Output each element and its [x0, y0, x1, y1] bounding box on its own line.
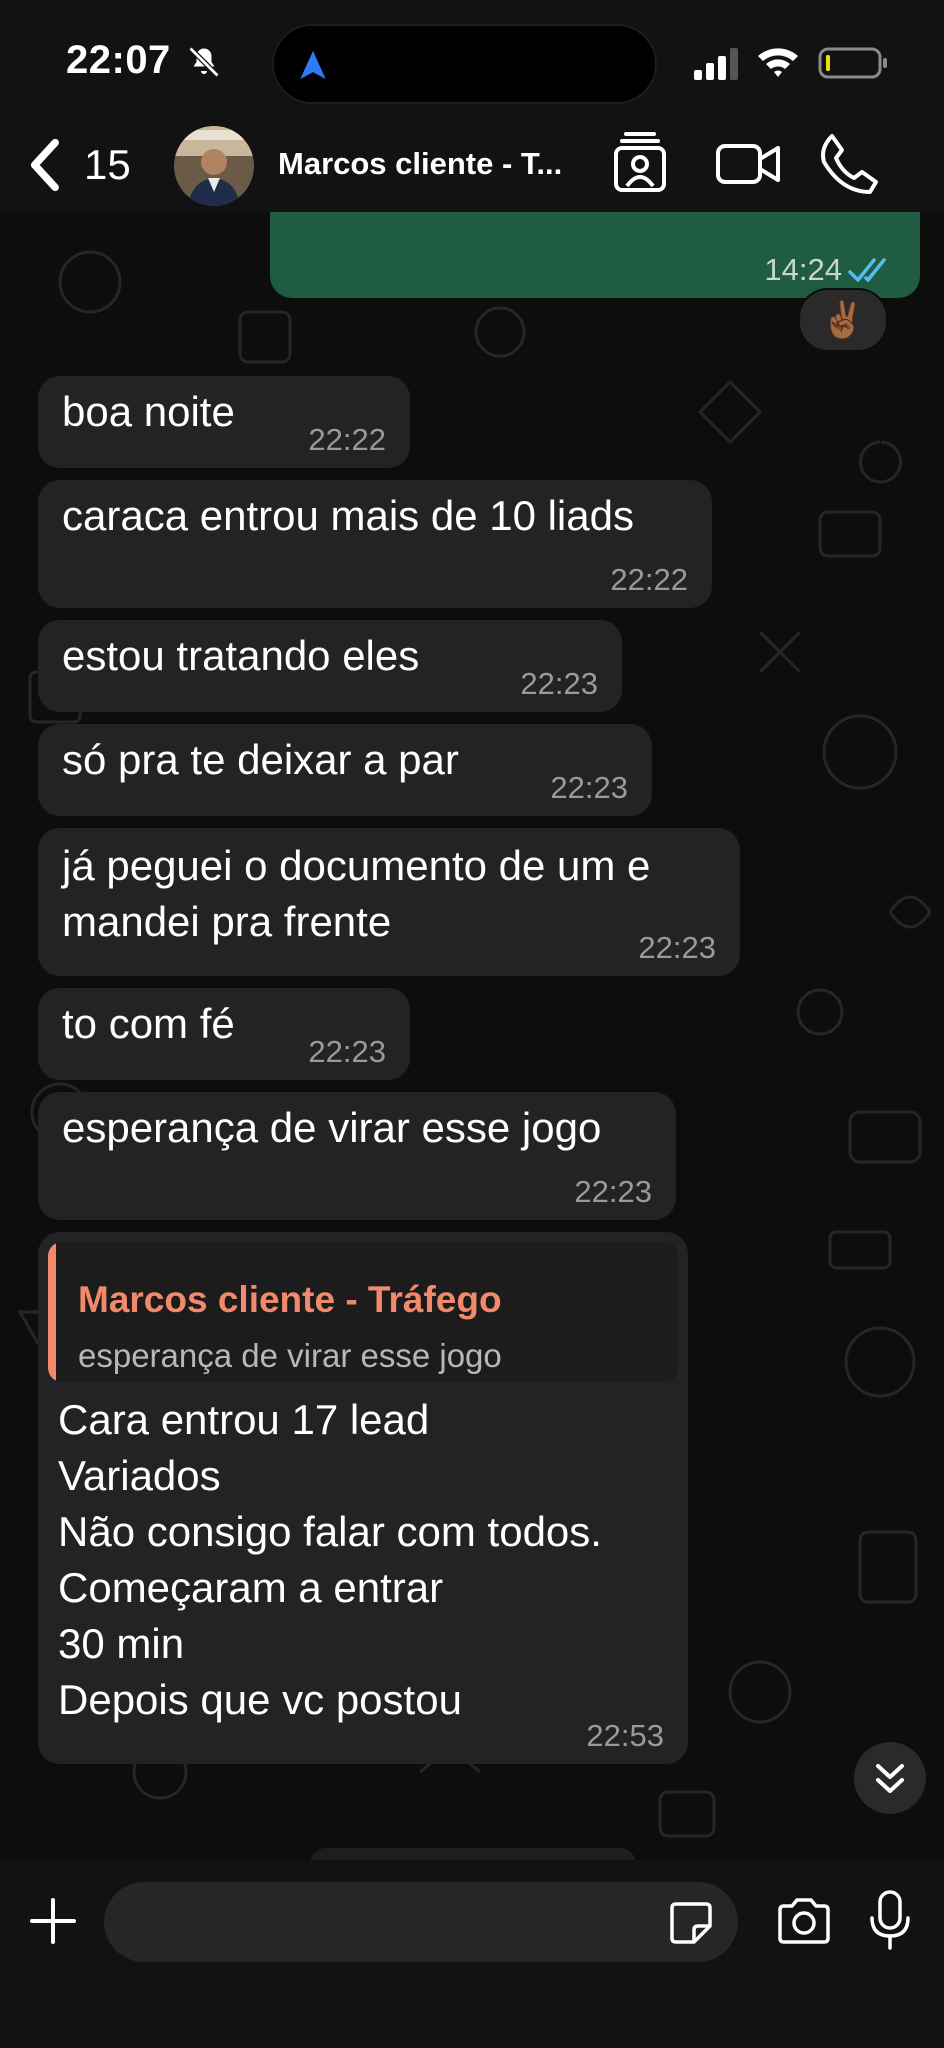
- message-text: caraca entrou mais de 10 liads: [62, 492, 634, 539]
- message-line: mandei pra frente: [62, 898, 392, 945]
- location-arrow-icon: [300, 50, 326, 80]
- wifi-icon: [758, 48, 798, 77]
- message-incoming[interactable]: já peguei o documento de um e mandei pra…: [38, 828, 740, 976]
- message-text: estou tratando eles: [62, 632, 420, 679]
- message-time: 22:23: [308, 1034, 386, 1069]
- message-line: 30 min: [58, 1620, 185, 1667]
- video-call-icon[interactable]: [712, 128, 784, 200]
- message-incoming[interactable]: to com fé 22:23: [38, 988, 410, 1080]
- message-incoming[interactable]: caraca entrou mais de 10 liads 22:22: [38, 480, 712, 608]
- message-outgoing[interactable]: 14:24: [270, 212, 920, 298]
- message-list[interactable]: 14:24 ✌🏾 boa noite 22:22 caraca entrou m…: [0, 212, 944, 1860]
- scroll-to-bottom-button[interactable]: [854, 1742, 926, 1814]
- double-chevron-down-icon: [876, 1764, 904, 1793]
- contact-name[interactable]: Marcos cliente - T...: [278, 146, 590, 182]
- message-line: Depois que vc postou: [58, 1676, 462, 1723]
- message-composer: [0, 1860, 944, 2048]
- phone-call-icon[interactable]: [812, 128, 884, 200]
- avatar-photo: [174, 126, 254, 206]
- unread-count: 15: [84, 141, 131, 188]
- message-time: 22:22: [610, 562, 688, 597]
- reaction-badge[interactable]: ✌🏾: [798, 288, 888, 352]
- message-line: já peguei o documento de um e: [62, 842, 651, 889]
- quoted-message[interactable]: Marcos cliente - Tráfego esperança de vi…: [48, 1242, 678, 1382]
- message-time: 22:53: [586, 1718, 664, 1753]
- message-time: 22:22: [308, 422, 386, 457]
- back-button[interactable]: 15: [24, 134, 154, 196]
- contact-card-icon[interactable]: [604, 128, 676, 200]
- chevron-left-icon: [30, 138, 59, 192]
- message-line: Não consigo falar com todos.: [58, 1508, 602, 1555]
- message-body: Cara entrou 17 lead Variados Não consigo…: [58, 1392, 678, 1728]
- message-line: Variados: [58, 1452, 221, 1499]
- message-text: só pra te deixar a par: [62, 736, 459, 783]
- message-time: 22:23: [638, 930, 716, 965]
- message-input[interactable]: [104, 1882, 738, 1962]
- message-line: Cara entrou 17 lead: [58, 1396, 430, 1443]
- message-incoming[interactable]: esperança de virar esse jogo 22:23: [38, 1092, 676, 1220]
- contact-avatar[interactable]: [174, 126, 254, 206]
- microphone-icon[interactable]: [866, 1890, 914, 1952]
- plus-icon[interactable]: [26, 1894, 80, 1948]
- message-line: Começaram a entrar: [58, 1564, 444, 1611]
- status-time: 22:07: [66, 38, 171, 82]
- quote-accent-bar: [48, 1242, 56, 1382]
- sticker-icon[interactable]: [668, 1900, 714, 1946]
- message-time: 22:23: [574, 1174, 652, 1209]
- message-text: esperança de virar esse jogo: [62, 1104, 602, 1151]
- battery-icon: [818, 47, 887, 79]
- date-pill: [310, 1848, 636, 1860]
- cellular-signal-icon: [694, 48, 738, 80]
- read-receipt-icon: [848, 258, 886, 282]
- message-time: 22:23: [520, 666, 598, 701]
- quote-author: Marcos cliente - Tráfego: [78, 1279, 502, 1320]
- chat-header: 15 Marcos cliente - T...: [0, 120, 944, 212]
- bell-muted-icon: [188, 46, 220, 78]
- status-bar: 22:07: [0, 0, 944, 120]
- message-incoming[interactable]: só pra te deixar a par 22:23: [38, 724, 652, 816]
- message-incoming[interactable]: estou tratando eles 22:23: [38, 620, 622, 712]
- quote-text: esperança de virar esse jogo: [78, 1337, 502, 1374]
- message-time: 14:24: [764, 252, 842, 287]
- camera-icon[interactable]: [776, 1896, 832, 1946]
- message-incoming-reply[interactable]: Marcos cliente - Tráfego esperança de vi…: [38, 1232, 688, 1764]
- message-incoming[interactable]: boa noite 22:22: [38, 376, 410, 468]
- message-time: 22:23: [550, 770, 628, 805]
